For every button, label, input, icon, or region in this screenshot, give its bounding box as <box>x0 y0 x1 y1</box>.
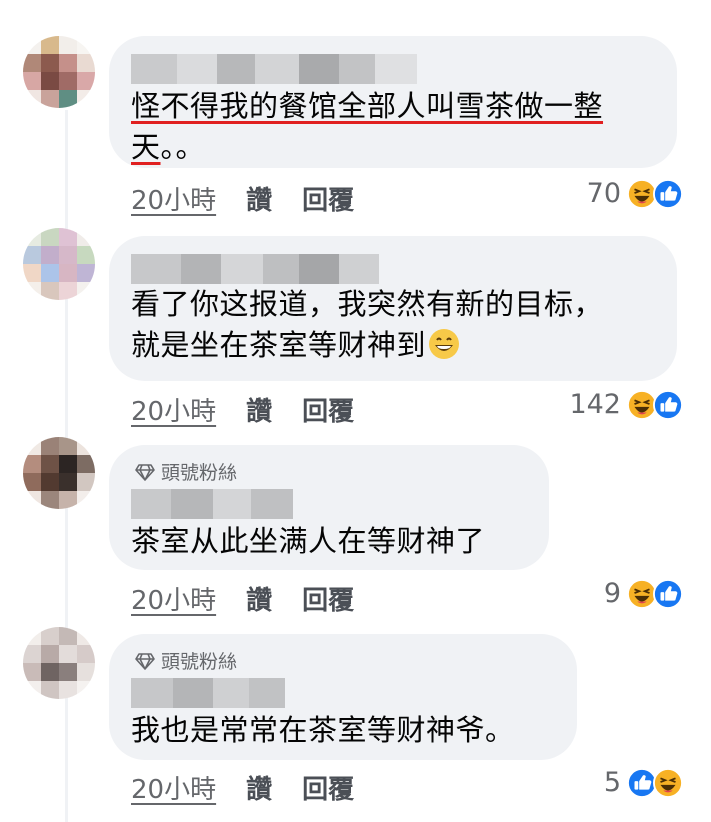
like-button[interactable]: 讚 <box>246 180 272 217</box>
timestamp-link[interactable]: 20小時 <box>131 769 216 806</box>
comment-text: 茶室从此坐满人在等财神了 <box>131 524 486 558</box>
comment-text: 怪不得我的餐馆全部人叫雪茶做一整 天。。 <box>131 89 604 164</box>
commenter-name[interactable] <box>131 54 417 84</box>
avatar[interactable] <box>23 228 95 300</box>
top-fan-badge[interactable]: 頭號粉絲 <box>135 647 237 674</box>
comment-text-underlined: 天 <box>131 130 161 164</box>
avatar[interactable] <box>23 36 95 108</box>
reaction-count: 70 <box>586 178 621 209</box>
commenter-name[interactable] <box>131 678 285 708</box>
diamond-icon <box>135 652 155 670</box>
like-icon <box>653 389 683 420</box>
avatar[interactable] <box>23 627 95 699</box>
reply-button[interactable]: 回覆 <box>302 180 354 217</box>
timestamp-link[interactable]: 20小時 <box>131 391 216 428</box>
reply-button[interactable]: 回覆 <box>302 580 354 617</box>
reaction-count: 5 <box>603 767 621 798</box>
reaction-count: 142 <box>569 389 621 420</box>
reaction-summary[interactable]: 9 <box>604 578 683 609</box>
comment-text-rest: 。。 <box>160 130 206 164</box>
comment-actions: 20小時 讚 回覆 <box>131 769 354 806</box>
reply-button[interactable]: 回覆 <box>302 769 354 806</box>
comment-bubble: 怪不得我的餐馆全部人叫雪茶做一整 天。。 <box>109 36 677 168</box>
reaction-summary[interactable]: 70 <box>587 178 683 209</box>
comment-actions: 20小時 讚 回覆 <box>131 180 354 217</box>
like-button[interactable]: 讚 <box>246 391 272 428</box>
reply-button[interactable]: 回覆 <box>302 391 354 428</box>
comment-text: 我也是常常在茶室等财神爷。 <box>131 713 515 747</box>
badge-label: 頭號粉絲 <box>161 651 238 673</box>
comment-actions: 20小時 讚 回覆 <box>131 580 354 617</box>
diamond-icon <box>135 463 155 481</box>
badge-label: 頭號粉絲 <box>161 462 238 484</box>
comment-bubble: 頭號粉絲 茶室从此坐满人在等财神了 <box>109 445 549 570</box>
like-button[interactable]: 讚 <box>246 580 272 617</box>
grin-emoji-icon <box>429 329 460 359</box>
timestamp-link[interactable]: 20小時 <box>131 180 216 217</box>
commenter-name[interactable] <box>131 254 379 284</box>
reaction-summary[interactable]: 5 <box>604 767 683 798</box>
haha-icon <box>653 767 683 798</box>
like-button[interactable]: 讚 <box>246 769 272 806</box>
commenter-name[interactable] <box>131 489 293 519</box>
reaction-summary[interactable]: 142 <box>569 389 683 420</box>
top-fan-badge[interactable]: 頭號粉絲 <box>135 458 237 485</box>
comment-actions: 20小時 讚 回覆 <box>131 391 354 428</box>
timestamp-link[interactable]: 20小時 <box>131 580 216 617</box>
like-icon <box>653 578 683 609</box>
comment-bubble: 頭號粉絲 我也是常常在茶室等财神爷。 <box>109 634 577 760</box>
avatar[interactable] <box>23 437 95 509</box>
comment-text: 看了你这报道，我突然有新的目标， 就是坐在茶室等财神到 <box>131 287 604 362</box>
like-icon <box>653 178 683 209</box>
reaction-count: 9 <box>603 578 621 609</box>
comment-bubble: 看了你这报道，我突然有新的目标， 就是坐在茶室等财神到 <box>109 236 677 381</box>
